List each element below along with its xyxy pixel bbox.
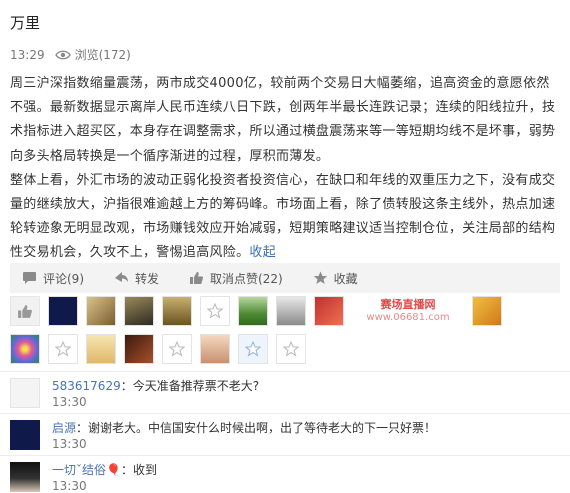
watermark-line-2: www.06681.com — [366, 312, 450, 323]
watermark-overlay: 赛场直播网 www.06681.com — [352, 296, 464, 326]
liker-avatar[interactable] — [86, 296, 116, 326]
repost-icon — [115, 272, 128, 282]
weibo-post: 万里 13:29 浏览(172) 周三沪深指数缩量震荡，两市成交4000亿，较前… — [0, 0, 570, 493]
post-paragraph: 整体上看，外汇市场的波动正弱化投资者投资信心，在缺口和年线的双重压力之下，没有成… — [10, 169, 562, 266]
comment-text: ：收到 — [120, 463, 157, 477]
post-author[interactable]: 万里 — [10, 12, 40, 33]
comment-text: ：谢谢老大。中信国安什么时候出啊，出了等待老大的下一只好票！ — [76, 421, 437, 435]
liker-avatar[interactable] — [162, 296, 192, 326]
watermark-line-1: 赛场直播网 — [380, 298, 436, 311]
post-time: 13:29 — [10, 47, 45, 62]
star-icon — [207, 303, 223, 319]
commenter-avatar[interactable] — [10, 462, 40, 492]
comment-user[interactable]: 启源 — [52, 421, 76, 435]
liker-avatar-placeholder[interactable] — [276, 334, 306, 364]
comment-time: 13:30 — [52, 437, 87, 451]
favorite-label: 收藏 — [333, 271, 358, 286]
star-icon — [245, 341, 261, 357]
liker-avatar[interactable] — [314, 296, 344, 326]
comment-user[interactable]: 一切ˇ结俗🎈 — [52, 463, 121, 477]
liker-avatar[interactable] — [238, 296, 268, 326]
action-bar: 评论(9) 转发 取消点赞(22) 收藏 — [10, 263, 560, 293]
liker-avatar[interactable] — [124, 296, 154, 326]
comment-item: 启源：谢谢老大。中信国安什么时候出啊，出了等待老大的下一只好票！ 13:30 — [0, 413, 570, 455]
unlike-button[interactable]: 取消点赞(22) — [177, 270, 301, 287]
post-paragraph: 周三沪深指数缩量震荡，两市成交4000亿，较前两个交易日大幅萎缩，追高资金的意愿… — [10, 76, 556, 164]
post-body: 周三沪深指数缩量震荡，两市成交4000亿，较前两个交易日大幅萎缩，追高资金的意愿… — [10, 72, 562, 266]
comment-time: 13:30 — [52, 395, 87, 409]
liker-avatar[interactable] — [86, 334, 116, 364]
view-count: 浏览(172) — [74, 48, 131, 62]
star-icon — [283, 341, 299, 357]
liker-avatar[interactable] — [10, 334, 40, 364]
likers-row: 赛场直播网 www.06681.com — [10, 296, 560, 330]
liker-avatar-placeholder[interactable] — [238, 334, 268, 364]
star-icon — [169, 341, 185, 357]
liked-thumb-icon — [10, 296, 40, 326]
comment-text: ：今天准备推荐票不老大? — [120, 379, 260, 393]
comment-user[interactable]: 583617629 — [52, 379, 121, 393]
post-paragraph-text: 整体上看，外汇市场的波动正弱化投资者投资信心，在缺口和年线的双重压力之下，没有成… — [10, 172, 556, 261]
comment-item: 一切ˇ结俗🎈：收到 13:30 — [0, 455, 570, 493]
repost-label: 转发 — [135, 271, 160, 286]
comment-button[interactable]: 评论(9) — [10, 270, 102, 287]
liker-avatar-placeholder[interactable] — [200, 296, 230, 326]
comment-list: 583617629：今天准备推荐票不老大? 13:30 启源：谢谢老大。中信国安… — [0, 371, 570, 493]
liker-avatar[interactable] — [124, 334, 154, 364]
comment-time: 13:30 — [52, 479, 87, 493]
star-icon — [55, 341, 71, 357]
comment-icon — [23, 272, 36, 284]
comment-label: 评论(9) — [43, 271, 84, 286]
commenter-avatar[interactable] — [10, 378, 40, 408]
liker-avatar[interactable] — [472, 296, 502, 326]
collapse-link[interactable]: 收起 — [249, 245, 276, 260]
comment-line: 583617629：今天准备推荐票不老大? — [52, 377, 259, 394]
thumbs-up-icon — [190, 272, 204, 285]
likers-grid: 赛场直播网 www.06681.com — [10, 296, 560, 372]
liker-avatar[interactable] — [200, 334, 230, 364]
star-icon — [313, 271, 327, 284]
liker-avatar[interactable] — [48, 296, 78, 326]
comment-item: 583617629：今天准备推荐票不老大? 13:30 — [0, 371, 570, 413]
liker-avatar-placeholder[interactable] — [48, 334, 78, 364]
unlike-label: 取消点赞(22) — [210, 271, 283, 286]
post-meta: 13:29 浏览(172) — [10, 46, 131, 63]
liker-avatar-placeholder[interactable] — [162, 334, 192, 364]
liker-avatar[interactable] — [276, 296, 306, 326]
commenter-avatar[interactable] — [10, 420, 40, 450]
repost-button[interactable]: 转发 — [102, 270, 177, 287]
comment-line: 启源：谢谢老大。中信国安什么时候出啊，出了等待老大的下一只好票！ — [52, 419, 436, 436]
favorite-button[interactable]: 收藏 — [301, 270, 376, 287]
likers-row — [10, 334, 560, 368]
comment-line: 一切ˇ结俗🎈：收到 — [52, 461, 157, 478]
eye-icon — [54, 49, 71, 61]
